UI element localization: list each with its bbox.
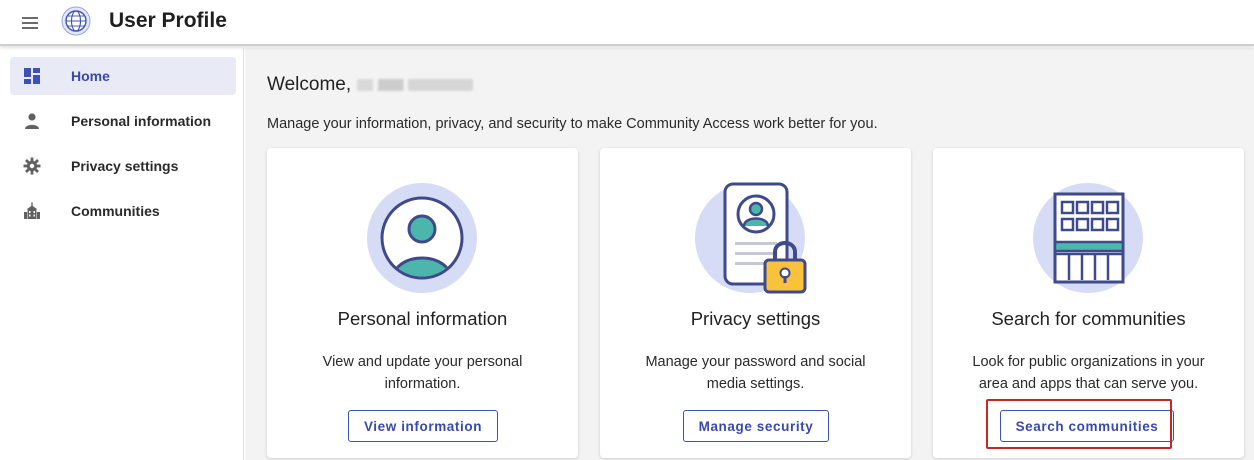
sidebar-nav: Home Personal information Privacy settin… [0,48,244,460]
sidebar-item-home[interactable]: Home [10,57,236,95]
dashboard-icon [24,68,40,84]
personal-information-card: Personal information View and update you… [267,148,578,458]
sidebar-item-privacy-settings[interactable]: Privacy settings [10,147,236,185]
globe-logo-icon [61,6,91,36]
card-description: Manage your password and social media se… [645,354,866,392]
manage-security-button[interactable]: Manage security [683,410,829,442]
card-description: Look for public organizations in your ar… [972,354,1205,392]
sidebar-item-label: Personal information [71,113,212,129]
building-icon [24,202,40,219]
main-content: Welcome, Manage your information, privac… [245,48,1254,460]
search-communities-button[interactable]: Search communities [1000,410,1174,442]
app-title: User Profile [109,9,227,32]
person-icon [25,113,39,129]
sidebar-item-personal-information[interactable]: Personal information [10,102,236,140]
sidebar-item-label: Privacy settings [71,158,179,174]
gear-icon [23,157,41,175]
top-app-bar: User Profile [0,0,1254,46]
card-description: View and update your personal informatio… [322,354,523,392]
building-windows-icon [1033,183,1143,293]
sidebar-item-communities[interactable]: Communities [10,192,236,230]
page-subtitle: Manage your information, privacy, and se… [267,116,878,132]
search-communities-card: Search for communities Look for public o… [933,148,1244,458]
privacy-settings-card: Privacy settings Manage your password an… [600,148,911,458]
sidebar-item-label: Communities [71,203,160,219]
hamburger-menu-icon[interactable] [20,12,42,34]
welcome-text: Welcome, [267,74,352,95]
view-information-button[interactable]: View information [348,410,498,442]
welcome-heading: Welcome, [267,74,474,96]
id-card-lock-icon [695,182,807,294]
redacted-user-name [357,78,474,91]
card-title: Privacy settings [690,308,821,329]
sidebar-item-label: Home [71,68,110,84]
card-title: Personal information [337,308,508,329]
person-avatar-icon [367,183,477,293]
card-title: Search for communities [991,308,1186,329]
